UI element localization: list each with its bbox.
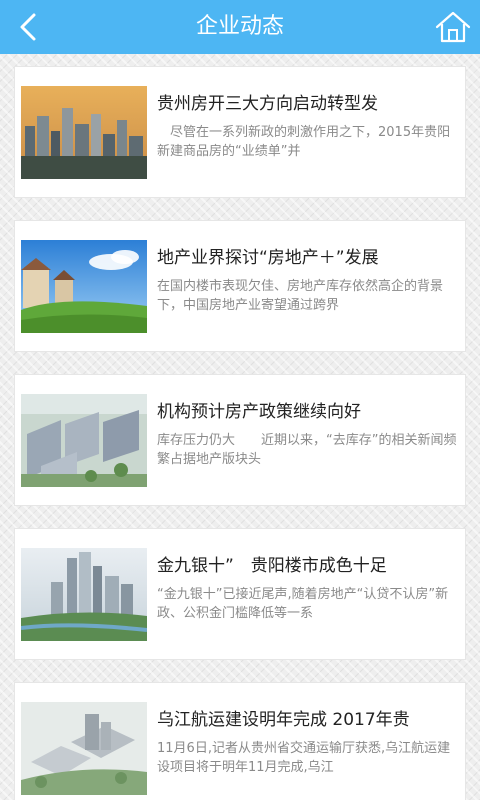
article-thumbnail <box>21 702 147 795</box>
article-thumbnail <box>21 548 147 641</box>
article-thumbnail <box>21 86 147 179</box>
article-card[interactable]: 贵州房开三大方向启动转型发 尽管在一系列新政的刺激作用之下，2015年贵阳新建商… <box>14 66 466 198</box>
article-title: 机构预计房产政策继续向好 <box>157 402 361 422</box>
page-title: 企业动态 <box>195 14 284 39</box>
article-list: 贵州房开三大方向启动转型发 尽管在一系列新政的刺激作用之下，2015年贵阳新建商… <box>0 54 480 800</box>
article-card[interactable]: 乌江航运建设明年完成 2017年贵 11月6日,记者从贵州省交通运输厅获悉,乌江… <box>14 682 466 800</box>
article-card[interactable]: 金九银十” 贵阳楼市成色十足 “金九银十”已接近尾声,随着房地产“认贷不认房”新… <box>14 528 466 660</box>
home-icon[interactable] <box>434 9 472 45</box>
article-card[interactable]: 地产业界探讨“房地产＋”发展 在国内楼市表现欠佳、房地产库存依然高企的背景下，中… <box>14 220 466 352</box>
article-title: 贵州房开三大方向启动转型发 <box>157 94 378 114</box>
article-card[interactable]: 机构预计房产政策继续向好 库存压力仍大 近期以来，“去库存”的相关新闻频繁占据地… <box>14 374 466 506</box>
article-title: 地产业界探讨“房地产＋”发展 <box>157 248 379 268</box>
top-bar: 企业动态 <box>0 0 480 54</box>
article-summary: 尽管在一系列新政的刺激作用之下，2015年贵阳新建商品房的“业绩单”并 <box>157 125 451 159</box>
article-title: 乌江航运建设明年完成 2017年贵 <box>157 710 410 730</box>
article-thumbnail <box>21 394 147 487</box>
article-summary: “金九银十”已接近尾声,随着房地产“认贷不认房”新政、公积金门槛降低等一系 <box>157 587 449 621</box>
article-summary: 11月6日,记者从贵州省交通运输厅获悉,乌江航运建设项目将于明年11月完成,乌江 <box>157 741 451 775</box>
article-summary: 库存压力仍大 近期以来，“去库存”的相关新闻频繁占据地产版块头 <box>157 433 457 467</box>
article-summary: 在国内楼市表现欠佳、房地产库存依然高企的背景下，中国房地产业寄望通过跨界 <box>157 279 444 313</box>
article-title: 金九银十” 贵阳楼市成色十足 <box>157 556 387 576</box>
article-thumbnail <box>21 240 147 333</box>
